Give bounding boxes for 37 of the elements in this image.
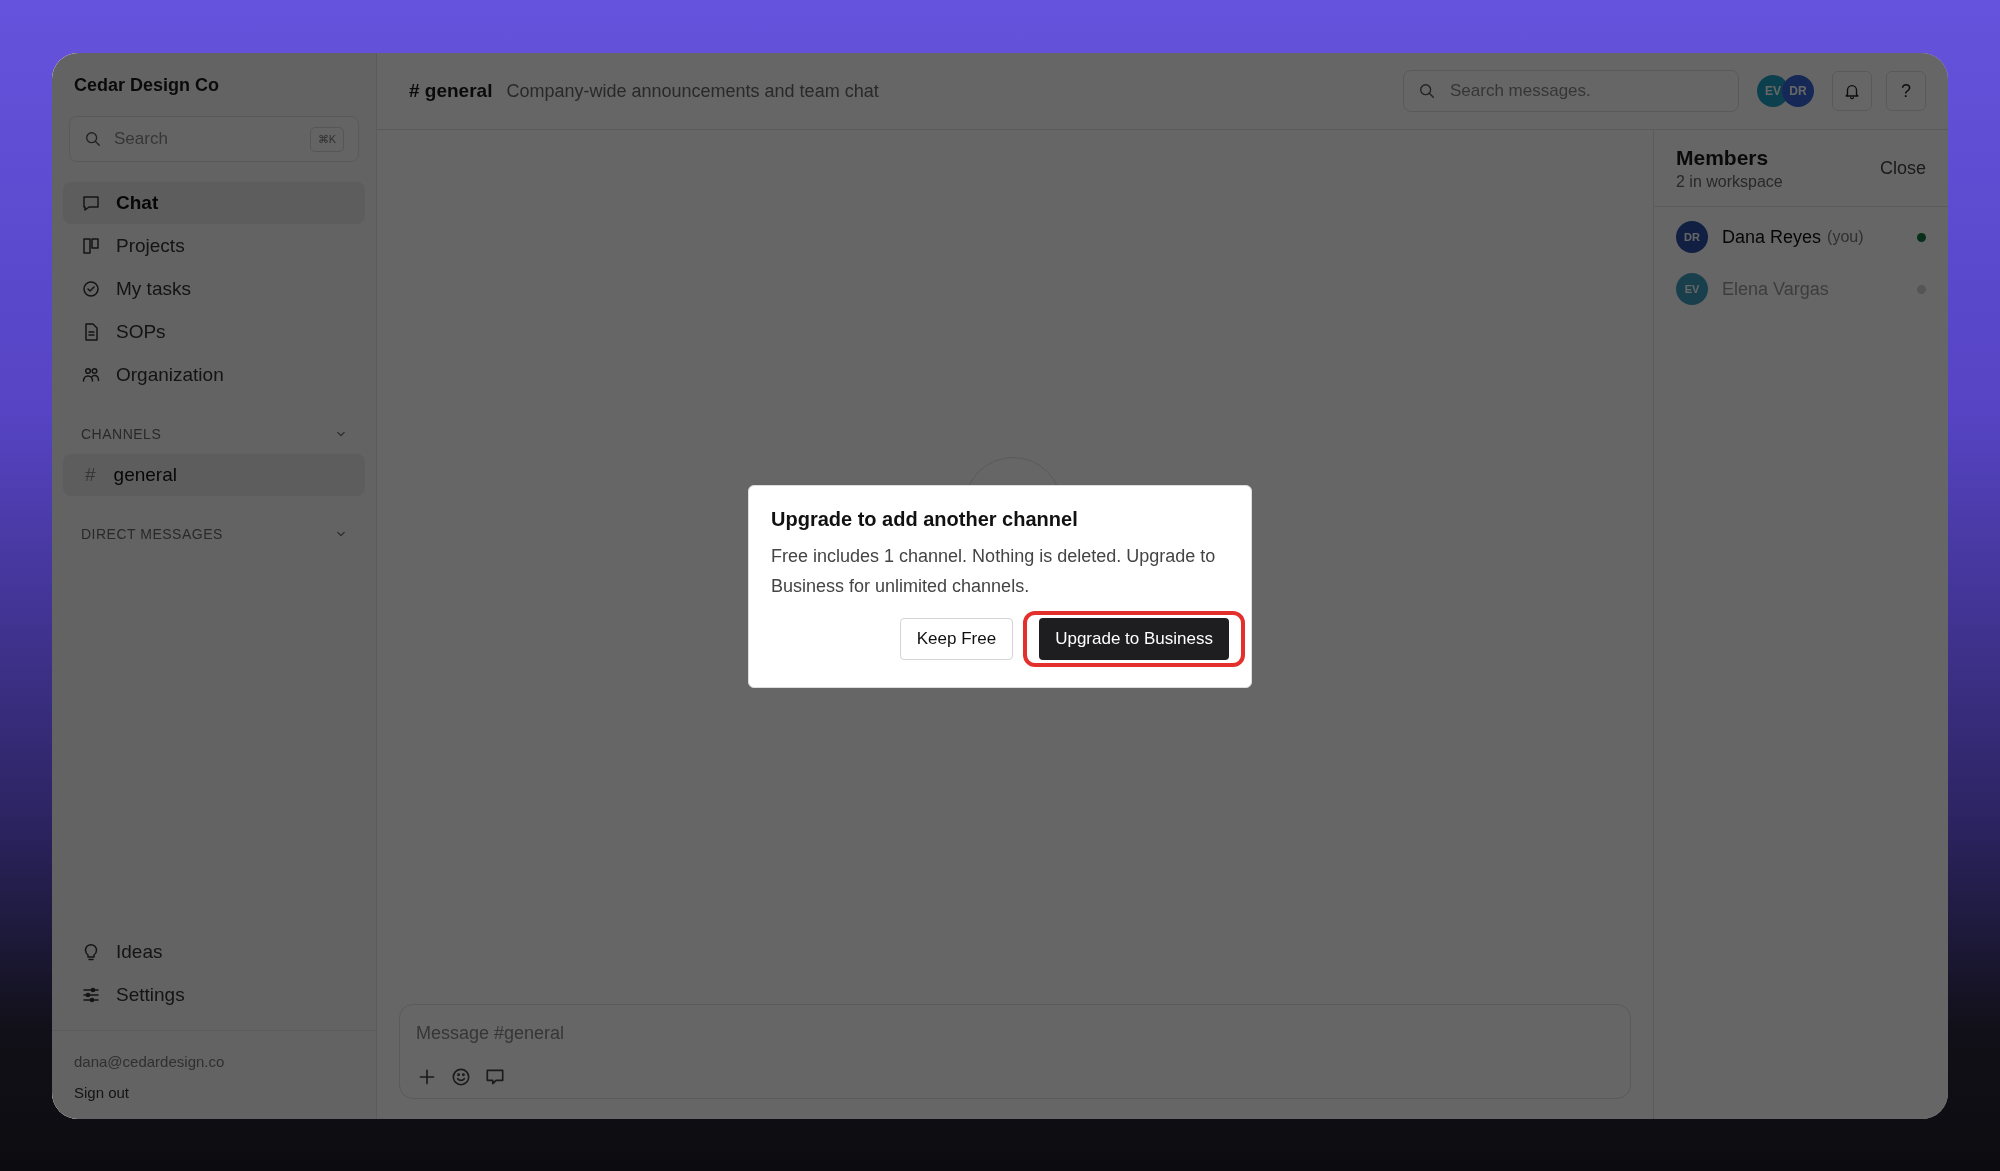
channel-title: # general <box>409 80 493 102</box>
section-heading: DIRECT MESSAGES <box>81 526 223 542</box>
channel-item[interactable]: # general <box>63 454 365 496</box>
dialog-message: Free includes 1 channel. Nothing is deleted. Upgrade to Business for unlimited channels. <box>771 544 1217 598</box>
avatar: EV <box>1676 273 1708 305</box>
nav-item[interactable]: Ideas <box>63 931 365 973</box>
avatar: DR <box>1676 221 1708 253</box>
avatar[interactable]: DR <box>1782 75 1814 107</box>
member-count: 2 in workspace <box>1676 172 1783 191</box>
nav-item[interactable]: SOPs <box>63 311 365 353</box>
hash-icon: # <box>85 464 96 486</box>
help-button[interactable]: ? <box>1886 71 1926 111</box>
nav-item[interactable]: Settings <box>63 974 365 1016</box>
nav-item[interactable]: Organization <box>63 354 365 396</box>
section-heading: CHANNELS <box>81 426 162 442</box>
keep-free-button[interactable]: Keep Free <box>899 617 1014 660</box>
channel-description: Company-wide announcements and team chat <box>506 80 879 102</box>
emoji-icon[interactable] <box>450 1066 472 1088</box>
workspace-name: Cedar Design Co <box>73 74 221 97</box>
member-name[interactable]: Dana Reyes <box>1722 226 1822 248</box>
search-icon <box>84 130 102 148</box>
check-circle-icon <box>81 279 101 299</box>
dialog-title: Upgrade to add another channel <box>771 507 1079 531</box>
board-icon <box>81 236 101 256</box>
panel-title: Members <box>1676 145 1770 170</box>
people-icon <box>81 365 101 385</box>
chat-bubble-icon <box>81 193 101 213</box>
bell-icon <box>1843 82 1861 100</box>
close-button[interactable]: Close <box>1879 157 1926 179</box>
nav-item[interactable]: My tasks <box>63 268 365 310</box>
notifications-button[interactable] <box>1832 71 1872 111</box>
nav-item[interactable]: Projects <box>63 225 365 267</box>
upgrade-button[interactable]: Upgrade to Business <box>1039 617 1229 660</box>
nav-item[interactable]: Chat <box>63 182 365 224</box>
search-icon <box>1418 82 1436 100</box>
sign-out-link[interactable]: Sign out <box>74 1084 354 1101</box>
settings-icon <box>81 985 101 1005</box>
